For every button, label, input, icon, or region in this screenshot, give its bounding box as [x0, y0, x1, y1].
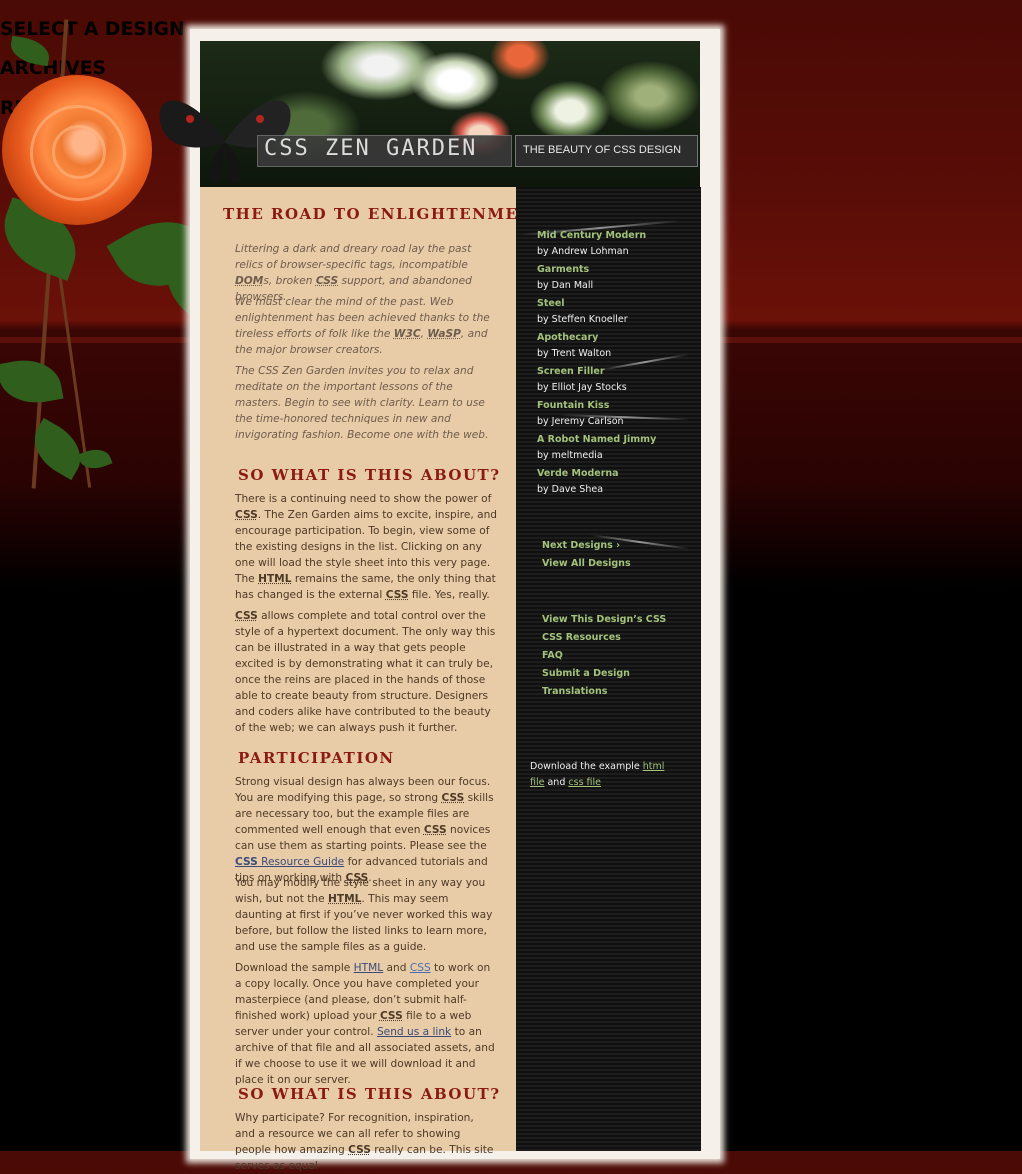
- heading-about-2: SO WHAT IS THIS ABOUT?: [238, 1084, 501, 1103]
- site-subtitle: THE BEAUTY OF CSS DESIGN: [523, 143, 682, 156]
- sample-css-link[interactable]: CSS: [410, 962, 431, 974]
- css-resources-link[interactable]: CSS Resources: [542, 632, 621, 643]
- translations-link[interactable]: Translations: [542, 686, 607, 697]
- send-us-a-link[interactable]: Send us a link: [377, 1026, 451, 1038]
- site-title: CSS ZEN GARDEN: [264, 135, 478, 161]
- design-link-verde-moderna[interactable]: Verde Moderna: [537, 468, 619, 479]
- design-link-a-robot-named-jimmy[interactable]: A Robot Named Jimmy: [537, 434, 656, 445]
- participation-p2: You may modify the style sheet in any wa…: [235, 876, 493, 953]
- design-author: by Steffen Knoeller: [537, 313, 628, 325]
- view-all-designs-link[interactable]: View All Designs: [542, 558, 631, 569]
- design-link-mid-century-modern[interactable]: Mid Century Modern: [537, 230, 646, 241]
- design-link-steel[interactable]: Steel: [537, 298, 565, 309]
- design-link-garments[interactable]: Garments: [537, 264, 589, 275]
- design-link-apothecary[interactable]: Apothecary: [537, 332, 598, 343]
- design-author: by Dan Mall: [537, 279, 594, 291]
- design-author: by Andrew Lohman: [537, 245, 629, 257]
- heading-enlightenment: THE ROAD TO ENLIGHTENMENT: [223, 204, 547, 223]
- design-author: by Jeremy Carlson: [537, 415, 624, 427]
- about-p1: There is a continuing need to show the p…: [235, 492, 498, 601]
- enlightenment-p3: The CSS Zen Garden invites you to relax …: [235, 364, 489, 441]
- design-link-screen-filler[interactable]: Screen Filler: [537, 366, 605, 377]
- faq-link[interactable]: FAQ: [542, 650, 563, 661]
- design-author: by Trent Walton: [537, 347, 612, 359]
- submit-design-link[interactable]: Submit a Design: [542, 668, 630, 679]
- enlightenment-p2: We must clear the mind of the past. Web …: [235, 295, 490, 356]
- css-resource-guide-link[interactable]: CSS Resource Guide: [235, 856, 344, 868]
- design-author: by Elliot Jay Stocks: [537, 381, 627, 393]
- sample-html-link[interactable]: HTML: [354, 962, 383, 974]
- heading-participation: PARTICIPATION: [238, 748, 395, 767]
- design-author: by meltmedia: [537, 449, 603, 461]
- design-author: by Dave Shea: [537, 483, 604, 495]
- design-link-fountain-kiss[interactable]: Fountain Kiss: [537, 400, 609, 411]
- next-designs-link[interactable]: Next Designs ›: [542, 540, 620, 551]
- about-p2: CSS allows complete and total control ov…: [235, 609, 496, 734]
- about2-p1: Why participate? For recognition, inspir…: [235, 1111, 494, 1172]
- participation-p1: Strong visual design has always been our…: [235, 775, 494, 884]
- download-note: Download the example html file and css f…: [530, 760, 665, 788]
- participation-p3: Download the sample HTML and CSS to work…: [235, 961, 495, 1086]
- download-css-link[interactable]: css file: [568, 777, 601, 788]
- view-design-css-link[interactable]: View This Design’s CSS: [542, 614, 666, 625]
- heading-about: SO WHAT IS THIS ABOUT?: [238, 465, 501, 484]
